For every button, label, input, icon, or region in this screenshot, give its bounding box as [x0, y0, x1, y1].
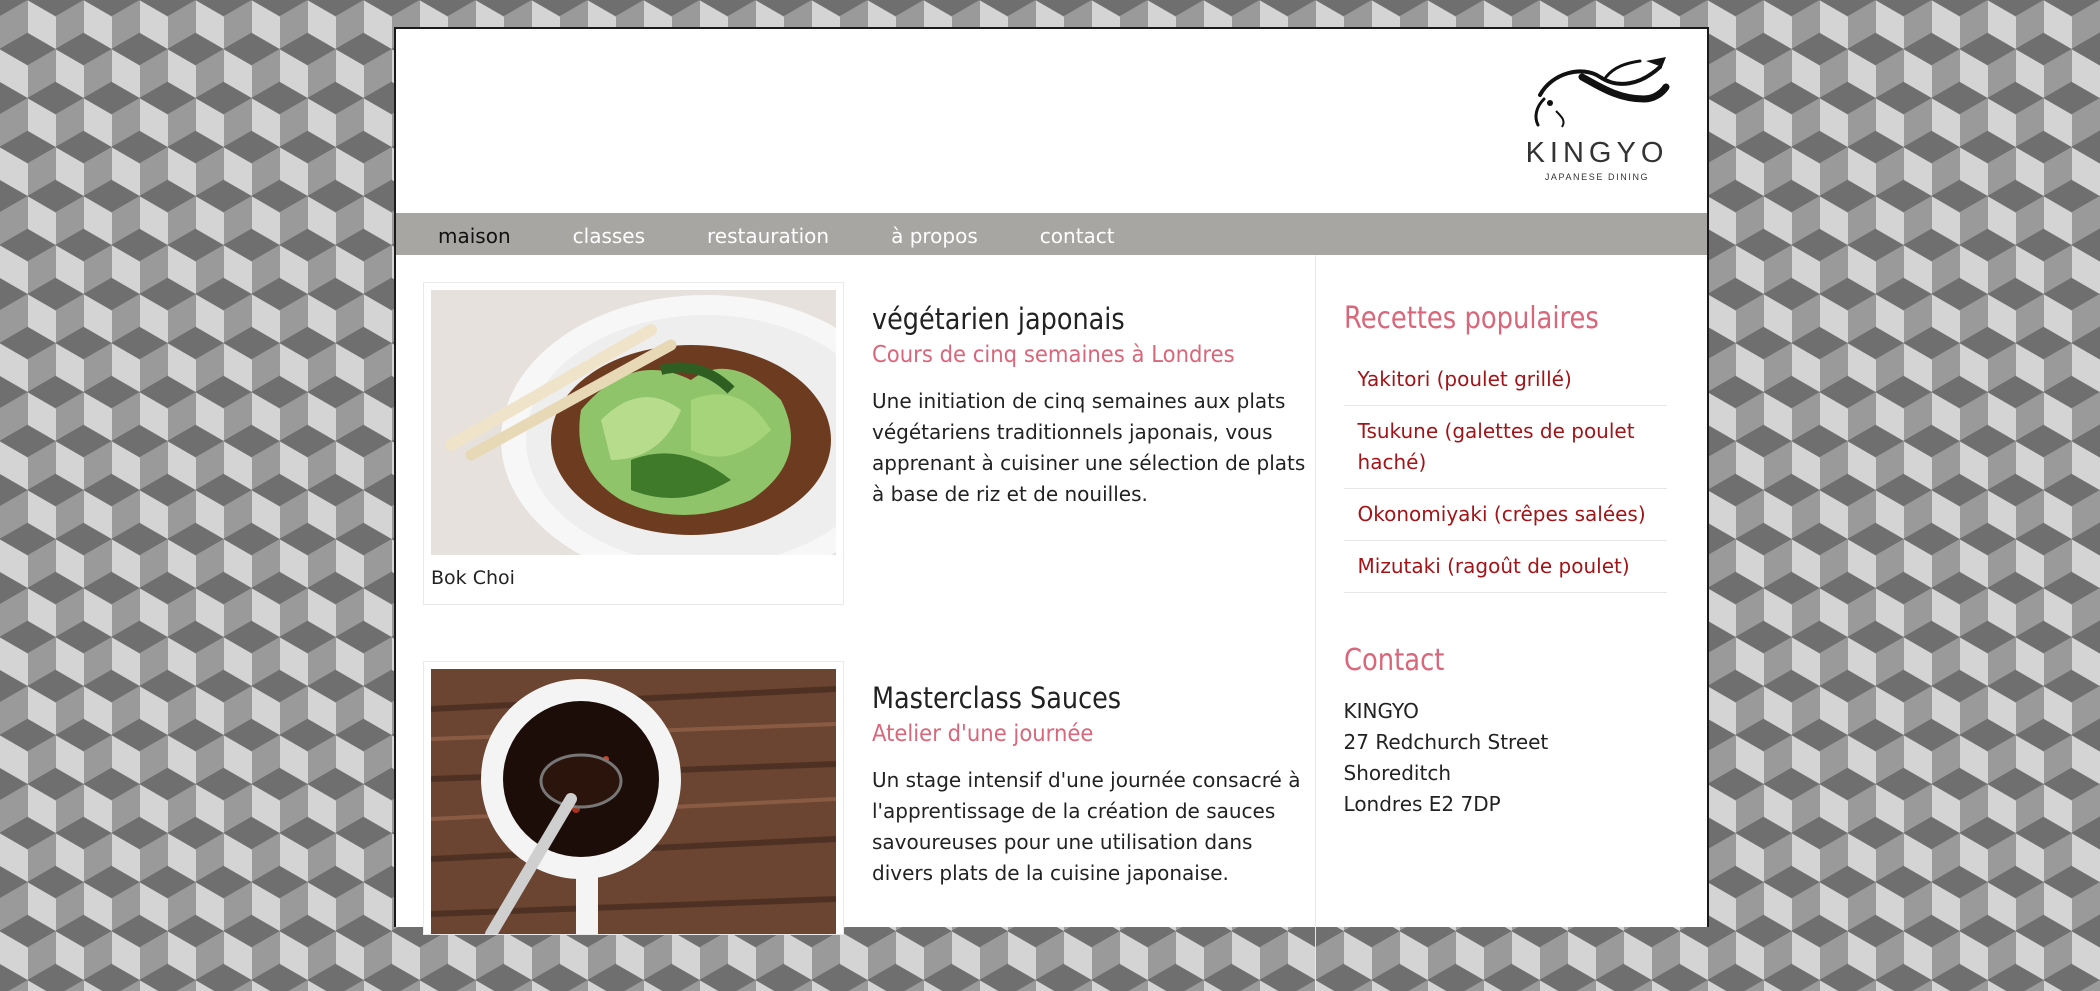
- recipe-link-yakitori[interactable]: Yakitori (poulet grillé): [1343, 354, 1667, 406]
- address-line: Londres E2 7DP: [1343, 792, 1501, 816]
- main-column: Bok Choi végétarien japonais Cours de ci…: [396, 255, 1315, 991]
- nav-item-a-propos[interactable]: à propos: [891, 220, 978, 248]
- sauce-photo[interactable]: [431, 669, 836, 934]
- main-nav: maison classes restauration à propos con…: [396, 213, 1707, 255]
- address-line: 27 Redchurch Street: [1343, 730, 1549, 754]
- class-description: Une initiation de cinq semaines aux plat…: [872, 389, 1306, 506]
- photo-frame: Bok Choi: [423, 282, 844, 605]
- photo-frame: [423, 661, 844, 935]
- brand-tagline: JAPANESE DINING: [1544, 172, 1650, 182]
- address: KINGYO 27 Redchurch Street Shoreditch Lo…: [1344, 696, 1667, 820]
- content-area: Bok Choi végétarien japonais Cours de ci…: [396, 255, 1707, 991]
- class-text: Masterclass Sauces Atelier d'une journée…: [844, 661, 1314, 935]
- nav-item-classes[interactable]: classes: [573, 220, 645, 248]
- class-entry: Masterclass Sauces Atelier d'une journée…: [423, 661, 1315, 935]
- recipe-link-tsukune[interactable]: Tsukune (galettes de poulet haché): [1343, 406, 1667, 489]
- recipes-heading: Recettes populaires: [1343, 301, 1599, 336]
- class-text: végétarien japonais Cours de cinq semain…: [844, 282, 1314, 605]
- nav-item-maison[interactable]: maison: [438, 220, 511, 248]
- page-container: KINGYO JAPANESE DINING maison classes re…: [394, 27, 1709, 991]
- class-title[interactable]: végétarien japonais: [872, 302, 1261, 336]
- class-subtitle: Atelier d'une journée: [872, 721, 1094, 747]
- class-title[interactable]: Masterclass Sauces: [872, 681, 1261, 715]
- address-line: Shoreditch: [1343, 761, 1451, 785]
- class-entry: Bok Choi végétarien japonais Cours de ci…: [423, 282, 1315, 605]
- nav-item-restauration[interactable]: restauration: [707, 220, 829, 248]
- bok-choi-photo[interactable]: [431, 290, 836, 555]
- class-subtitle: Cours de cinq semaines à Londres: [872, 342, 1235, 368]
- photo-caption: Bok Choi: [431, 567, 515, 589]
- class-description: Un stage intensif d'une journée consacré…: [872, 768, 1301, 885]
- address-line: KINGYO: [1343, 699, 1419, 723]
- recipe-link-okonomiyaki[interactable]: Okonomiyaki (crêpes salées): [1343, 489, 1667, 541]
- sidebar: Recettes populaires Yakitori (poulet gri…: [1314, 255, 1707, 991]
- contact-block: Contact KINGYO 27 Redchurch Street Shore…: [1344, 643, 1667, 820]
- koi-fish-icon: [1534, 57, 1670, 128]
- brand-name: KINGYO: [1525, 137, 1669, 169]
- recipe-link-mizutaki[interactable]: Mizutaki (ragoût de poulet): [1343, 541, 1667, 593]
- contact-heading: Contact: [1343, 643, 1444, 678]
- kingyo-logo[interactable]: KINGYO JAPANESE DINING: [1517, 55, 1677, 195]
- header: KINGYO JAPANESE DINING: [396, 29, 1707, 213]
- nav-item-contact[interactable]: contact: [1040, 220, 1115, 248]
